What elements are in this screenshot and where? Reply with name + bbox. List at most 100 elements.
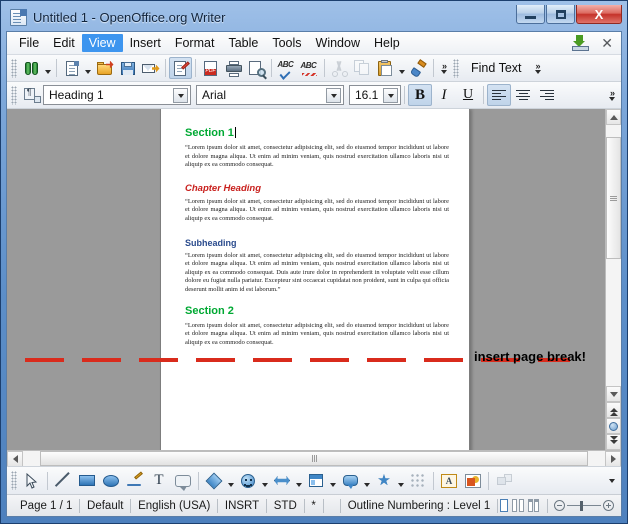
- navigator-button[interactable]: [606, 418, 621, 434]
- stars-icon[interactable]: ★: [372, 469, 396, 493]
- callout-icon[interactable]: [171, 469, 195, 493]
- menu-help[interactable]: Help: [367, 34, 407, 53]
- rectangle-icon[interactable]: [75, 469, 99, 493]
- edit-file-icon[interactable]: [169, 57, 192, 79]
- document-canvas[interactable]: Section 1 “Lorem ipsum dolor sit amet, c…: [7, 109, 605, 450]
- drawing-toolbar-grip[interactable]: [11, 471, 17, 490]
- fontwork-gallery-icon[interactable]: A: [437, 469, 461, 493]
- zoom-out-button[interactable]: [553, 500, 565, 511]
- horizontal-scrollbar[interactable]: [7, 450, 621, 467]
- restore-button[interactable]: [546, 5, 575, 24]
- status-modified-indicator[interactable]: *: [304, 500, 322, 512]
- paste-dropdown-caret[interactable]: [397, 57, 407, 79]
- vertical-scrollbar[interactable]: [605, 109, 621, 450]
- status-language[interactable]: English (USA): [131, 500, 217, 512]
- menu-table[interactable]: Table: [221, 34, 265, 53]
- find-text-label[interactable]: Find Text: [462, 61, 531, 75]
- freeform-line-icon[interactable]: [123, 469, 147, 493]
- paragraph-chapter[interactable]: “Lorem ipsum dolor sit amet, consectetur…: [185, 198, 449, 224]
- text-box-icon[interactable]: T: [147, 469, 171, 493]
- menu-file[interactable]: File: [12, 34, 46, 53]
- next-page-button[interactable]: [606, 434, 621, 450]
- formatting-toolbar-grip[interactable]: [11, 85, 17, 105]
- menu-format[interactable]: Format: [168, 34, 222, 53]
- scroll-down-arrow[interactable]: [606, 386, 621, 402]
- scroll-up-arrow[interactable]: [606, 109, 621, 125]
- clone-formatting-icon[interactable]: [407, 57, 430, 79]
- open-folder-icon[interactable]: [93, 57, 116, 79]
- vertical-scroll-thumb[interactable]: [606, 137, 621, 259]
- heading-chapter[interactable]: Chapter Heading: [185, 183, 449, 195]
- scroll-right-arrow[interactable]: [605, 451, 621, 467]
- zoom-in-button[interactable]: [602, 500, 614, 511]
- status-insert-mode[interactable]: INSRT: [218, 500, 266, 512]
- horizontal-scroll-track[interactable]: [23, 451, 605, 466]
- paragraph-style-combo[interactable]: Heading 1: [43, 85, 191, 105]
- heading-section-1[interactable]: Section 1: [185, 127, 449, 140]
- font-size-dropdown-button[interactable]: [383, 88, 398, 103]
- callout-shapes-icon[interactable]: [338, 469, 362, 493]
- block-arrows-dropdown-caret[interactable]: [294, 469, 304, 493]
- close-button[interactable]: X: [576, 5, 622, 24]
- align-center-button[interactable]: [511, 84, 535, 106]
- line-icon[interactable]: [51, 469, 75, 493]
- horizontal-scroll-thumb[interactable]: [40, 451, 588, 466]
- menu-window[interactable]: Window: [309, 34, 367, 53]
- symbol-shapes-dropdown-caret[interactable]: [260, 469, 270, 493]
- close-document-icon[interactable]: ✕: [601, 36, 617, 50]
- menu-view[interactable]: View: [81, 33, 123, 53]
- spelling-check-icon[interactable]: ABC: [275, 57, 298, 80]
- paragraph-style-dropdown-button[interactable]: [173, 88, 188, 103]
- status-outline-numbering[interactable]: Outline Numbering : Level 1: [341, 500, 498, 512]
- paragraph-style-icon[interactable]: [20, 84, 43, 106]
- previous-page-button[interactable]: [606, 402, 621, 418]
- vertical-scroll-track[interactable]: [606, 125, 621, 386]
- print-icon[interactable]: [222, 57, 245, 79]
- minimize-button[interactable]: [516, 5, 545, 24]
- bold-button[interactable]: B: [408, 84, 432, 106]
- find-toolbar-overflow-button[interactable]: »: [531, 56, 545, 80]
- find-binoculars-icon[interactable]: [20, 57, 43, 79]
- formatting-toolbar-overflow-button[interactable]: »: [605, 83, 619, 107]
- status-page-style[interactable]: Default: [80, 500, 130, 512]
- multi-page-view-icon[interactable]: [512, 499, 524, 512]
- italic-button[interactable]: I: [432, 84, 456, 106]
- paragraph-subheading[interactable]: “Lorem ipsum dolor sit amet, consectetur…: [185, 252, 449, 295]
- insert-image-icon[interactable]: [461, 469, 485, 493]
- standard-toolbar-overflow-button[interactable]: »: [437, 56, 451, 80]
- zoom-slider[interactable]: [566, 500, 601, 511]
- flowchart-dropdown-caret[interactable]: [328, 469, 338, 493]
- flowchart-icon[interactable]: [304, 469, 328, 493]
- save-icon[interactable]: [116, 57, 139, 79]
- block-arrows-icon[interactable]: [270, 469, 294, 493]
- print-preview-icon[interactable]: [245, 57, 268, 79]
- single-page-view-icon[interactable]: [499, 499, 509, 512]
- cut-icon[interactable]: [328, 57, 351, 79]
- menu-edit[interactable]: Edit: [46, 34, 82, 53]
- book-view-icon[interactable]: [527, 499, 540, 512]
- new-document-dropdown-caret[interactable]: [83, 57, 93, 79]
- stars-dropdown-caret[interactable]: [396, 469, 406, 493]
- font-size-combo[interactable]: 16.1: [349, 85, 401, 105]
- copy-icon[interactable]: [351, 57, 374, 79]
- status-page-number[interactable]: Page 1 / 1: [13, 500, 79, 512]
- select-arrow-icon[interactable]: [20, 469, 44, 493]
- find-dropdown-caret[interactable]: [43, 57, 53, 79]
- symbol-shapes-icon[interactable]: [236, 469, 260, 493]
- align-left-button[interactable]: [487, 84, 511, 106]
- scroll-left-arrow[interactable]: [7, 451, 23, 467]
- font-name-dropdown-button[interactable]: [326, 88, 341, 103]
- paragraph-section-1[interactable]: “Lorem ipsum dolor sit amet, consectetur…: [185, 144, 449, 170]
- toggle-extrusion-icon[interactable]: [492, 469, 516, 493]
- heading-section-2[interactable]: Section 2: [185, 305, 449, 318]
- heading-subheading[interactable]: Subheading: [185, 237, 449, 249]
- basic-shapes-dropdown-caret[interactable]: [226, 469, 236, 493]
- new-document-icon[interactable]: [60, 57, 83, 79]
- autospellcheck-icon[interactable]: ABC: [298, 57, 321, 79]
- find-toolbar-grip[interactable]: [453, 58, 459, 78]
- ellipse-icon[interactable]: [99, 469, 123, 493]
- menu-tools[interactable]: Tools: [265, 34, 308, 53]
- status-selection-mode[interactable]: STD: [267, 500, 304, 512]
- email-document-icon[interactable]: [139, 57, 162, 79]
- align-right-button[interactable]: [535, 84, 559, 106]
